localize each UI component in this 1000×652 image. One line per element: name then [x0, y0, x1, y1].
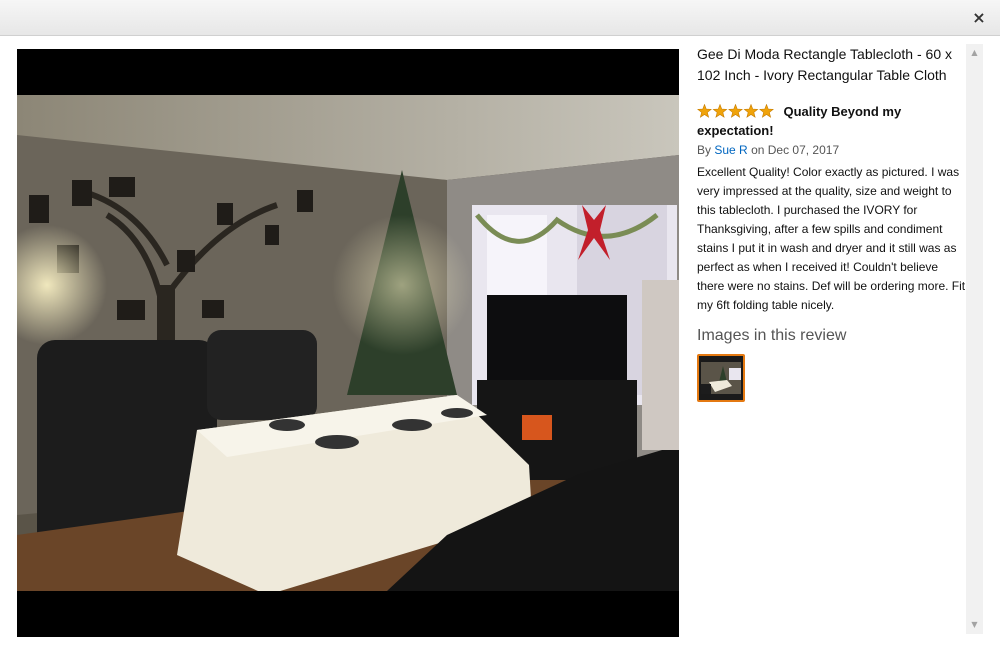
close-icon: × [972, 8, 986, 27]
star-rating [697, 104, 774, 118]
product-title: Gee Di Moda Rectangle Tablecloth - 60 x … [697, 46, 952, 83]
star-icon [728, 104, 743, 118]
scrollbar-thumb[interactable] [968, 62, 981, 614]
review-author-link[interactable]: Sue R [714, 143, 747, 157]
star-icon [697, 104, 712, 118]
images-heading: Images in this review [697, 327, 847, 344]
review-photo[interactable] [17, 95, 679, 591]
star-icon [743, 104, 759, 118]
review-image-thumbnail[interactable] [697, 354, 745, 402]
modal-header: × [0, 0, 1000, 36]
review-byline: By Sue R on Dec 07, 2017 [697, 143, 967, 157]
scroll-up-arrow-icon[interactable]: ▲ [966, 46, 983, 60]
byline-prefix: By [697, 143, 712, 157]
star-icon [712, 104, 728, 118]
close-button[interactable]: × [968, 7, 990, 29]
review-image-viewer [17, 49, 679, 637]
review-body: Excellent Quality! Color exactly as pict… [697, 165, 966, 312]
review-header: Quality Beyond my expectation! [697, 102, 967, 140]
scroll-down-arrow-icon[interactable]: ▼ [966, 618, 983, 632]
panel-scrollbar[interactable]: ▲ ▼ [966, 44, 983, 634]
review-detail-panel: Gee Di Moda Rectangle Tablecloth - 60 x … [697, 44, 967, 402]
star-icon [759, 104, 774, 118]
review-date: on Dec 07, 2017 [751, 143, 840, 157]
